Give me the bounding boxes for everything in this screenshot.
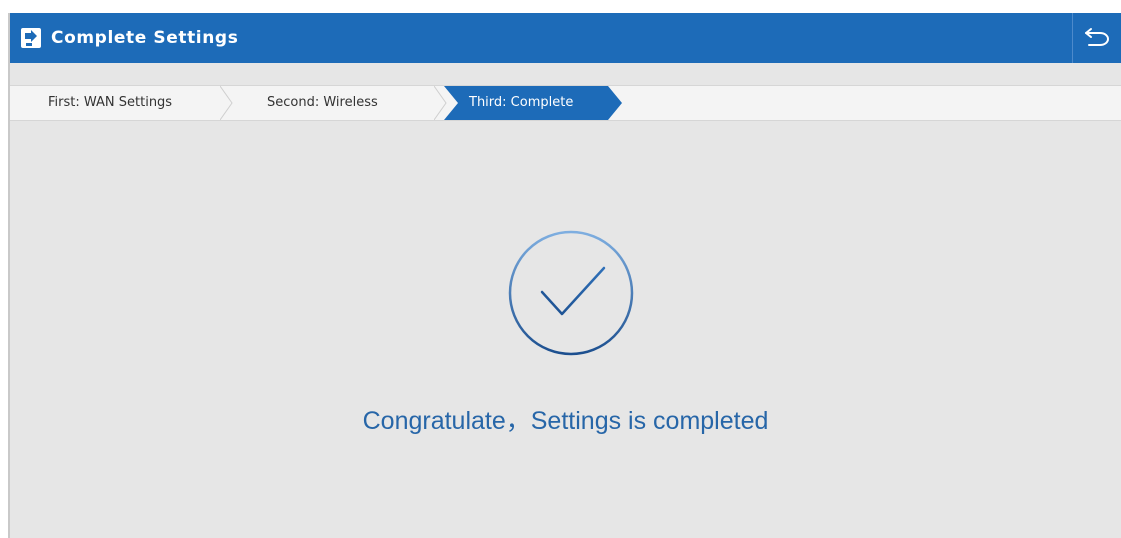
step-wireless[interactable]: Second: Wireless (267, 86, 378, 120)
wizard-frame: Complete Settings First: WAN Settings Se… (8, 13, 1121, 538)
page-title: Complete Settings (51, 28, 239, 48)
back-button[interactable] (1072, 13, 1121, 63)
step-complete[interactable]: Third: Complete (469, 86, 573, 120)
settings-document-icon (20, 27, 42, 49)
steps-bar: First: WAN Settings Second: Wireless Thi… (10, 85, 1121, 121)
step-wan-settings[interactable]: First: WAN Settings (48, 86, 172, 120)
checkmark-circle-icon (508, 230, 634, 356)
step-separator (220, 86, 233, 120)
back-arrow-icon (1083, 25, 1111, 52)
completion-message: Congratulate，Settings is completed (362, 407, 769, 435)
step-separator (434, 86, 447, 120)
title-bar: Complete Settings (10, 13, 1121, 63)
